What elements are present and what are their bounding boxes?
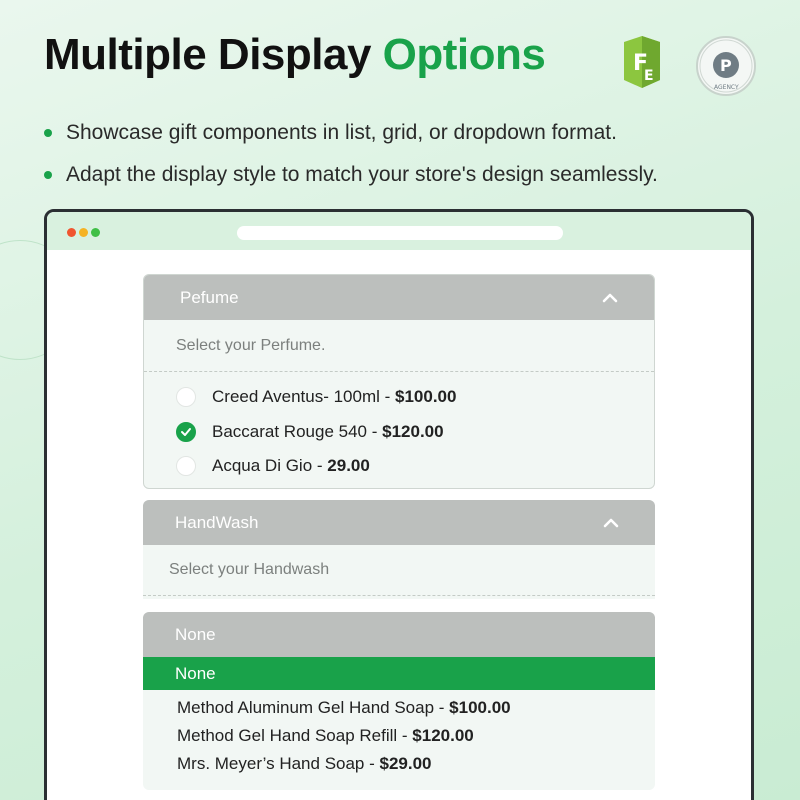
option-price: $100.00: [449, 698, 511, 717]
feature-item: Showcase gift components in list, grid, …: [44, 112, 658, 154]
address-bar[interactable]: [237, 226, 563, 240]
prestashop-partner-badge-icon: P AGENCY: [696, 36, 756, 96]
page-title: Multiple Display Options: [44, 30, 546, 80]
perfume-options: Creed Aventus- 100ml - $100.00 Baccarat …: [144, 372, 654, 488]
title-main: Multiple Display: [44, 30, 383, 79]
svg-text:P: P: [720, 56, 732, 75]
perfume-option[interactable]: Creed Aventus- 100ml - $100.00: [176, 380, 654, 415]
radio-button-checked[interactable]: [176, 421, 196, 442]
title-accent: Options: [382, 30, 546, 79]
perfume-panel-header[interactable]: Pefume: [144, 275, 654, 320]
dropdown-option[interactable]: Method Aluminum Gel Hand Soap - $100.00: [177, 694, 655, 722]
perfume-panel-title: Pefume: [180, 287, 239, 307]
option-price: 29.00: [327, 456, 370, 476]
svg-text:E: E: [644, 68, 654, 84]
perfume-option[interactable]: Acqua Di Gio - 29.00: [176, 449, 654, 484]
handwash-dropdown[interactable]: None None Method Aluminum Gel Hand Soap …: [143, 612, 655, 790]
chevron-up-icon[interactable]: [603, 515, 619, 531]
bullet-dot-icon: [44, 129, 52, 137]
handwash-panel: HandWash Select your Handwash: [143, 500, 655, 599]
handwash-select-label: Select your Handwash: [143, 545, 655, 596]
minimize-window-icon[interactable]: [79, 228, 88, 237]
feature-item: Adapt the display style to match your st…: [44, 154, 658, 196]
dropdown-option[interactable]: Mrs. Meyer’s Hand Soap - $29.00: [177, 750, 655, 778]
option-name: Acqua Di Gio -: [212, 456, 323, 476]
option-price: $120.00: [382, 421, 444, 441]
svg-text:AGENCY: AGENCY: [714, 84, 739, 91]
option-name: Creed Aventus- 100ml -: [212, 387, 391, 407]
radio-button[interactable]: [176, 456, 196, 477]
chevron-up-icon[interactable]: [602, 290, 618, 306]
handwash-panel-header[interactable]: HandWash: [143, 500, 655, 545]
dropdown-selected-value[interactable]: None: [143, 612, 655, 657]
option-price: $29.00: [379, 754, 432, 773]
feature-text: Adapt the display style to match your st…: [66, 163, 658, 186]
feature-list: Showcase gift components in list, grid, …: [44, 112, 658, 196]
option-name: Baccarat Rouge 540 -: [212, 421, 378, 441]
option-name: Method Gel Hand Soap Refill -: [177, 726, 408, 745]
option-price: $120.00: [412, 726, 474, 745]
dropdown-options-list: Method Aluminum Gel Hand Soap - $100.00 …: [143, 690, 655, 778]
option-price: $100.00: [395, 387, 457, 407]
fme-logo-icon: F E: [612, 36, 672, 88]
browser-window: Pefume Select your Perfume. Creed Aventu…: [44, 209, 754, 800]
browser-title-bar: [47, 212, 751, 250]
perfume-option[interactable]: Baccarat Rouge 540 - $120.00: [176, 415, 654, 450]
radio-button[interactable]: [176, 387, 196, 408]
close-window-icon[interactable]: [67, 228, 76, 237]
maximize-window-icon[interactable]: [91, 228, 100, 237]
option-name: Mrs. Meyer’s Hand Soap -: [177, 754, 375, 773]
option-name: Method Aluminum Gel Hand Soap -: [177, 698, 445, 717]
feature-text: Showcase gift components in list, grid, …: [66, 121, 617, 144]
handwash-panel-title: HandWash: [175, 512, 259, 532]
dropdown-option[interactable]: Method Gel Hand Soap Refill - $120.00: [177, 722, 655, 750]
checkmark-icon: [181, 427, 191, 436]
perfume-select-label: Select your Perfume.: [144, 320, 654, 372]
dropdown-option-highlighted[interactable]: None: [143, 657, 655, 690]
bullet-dot-icon: [44, 171, 52, 179]
perfume-panel: Pefume Select your Perfume. Creed Aventu…: [143, 274, 655, 489]
